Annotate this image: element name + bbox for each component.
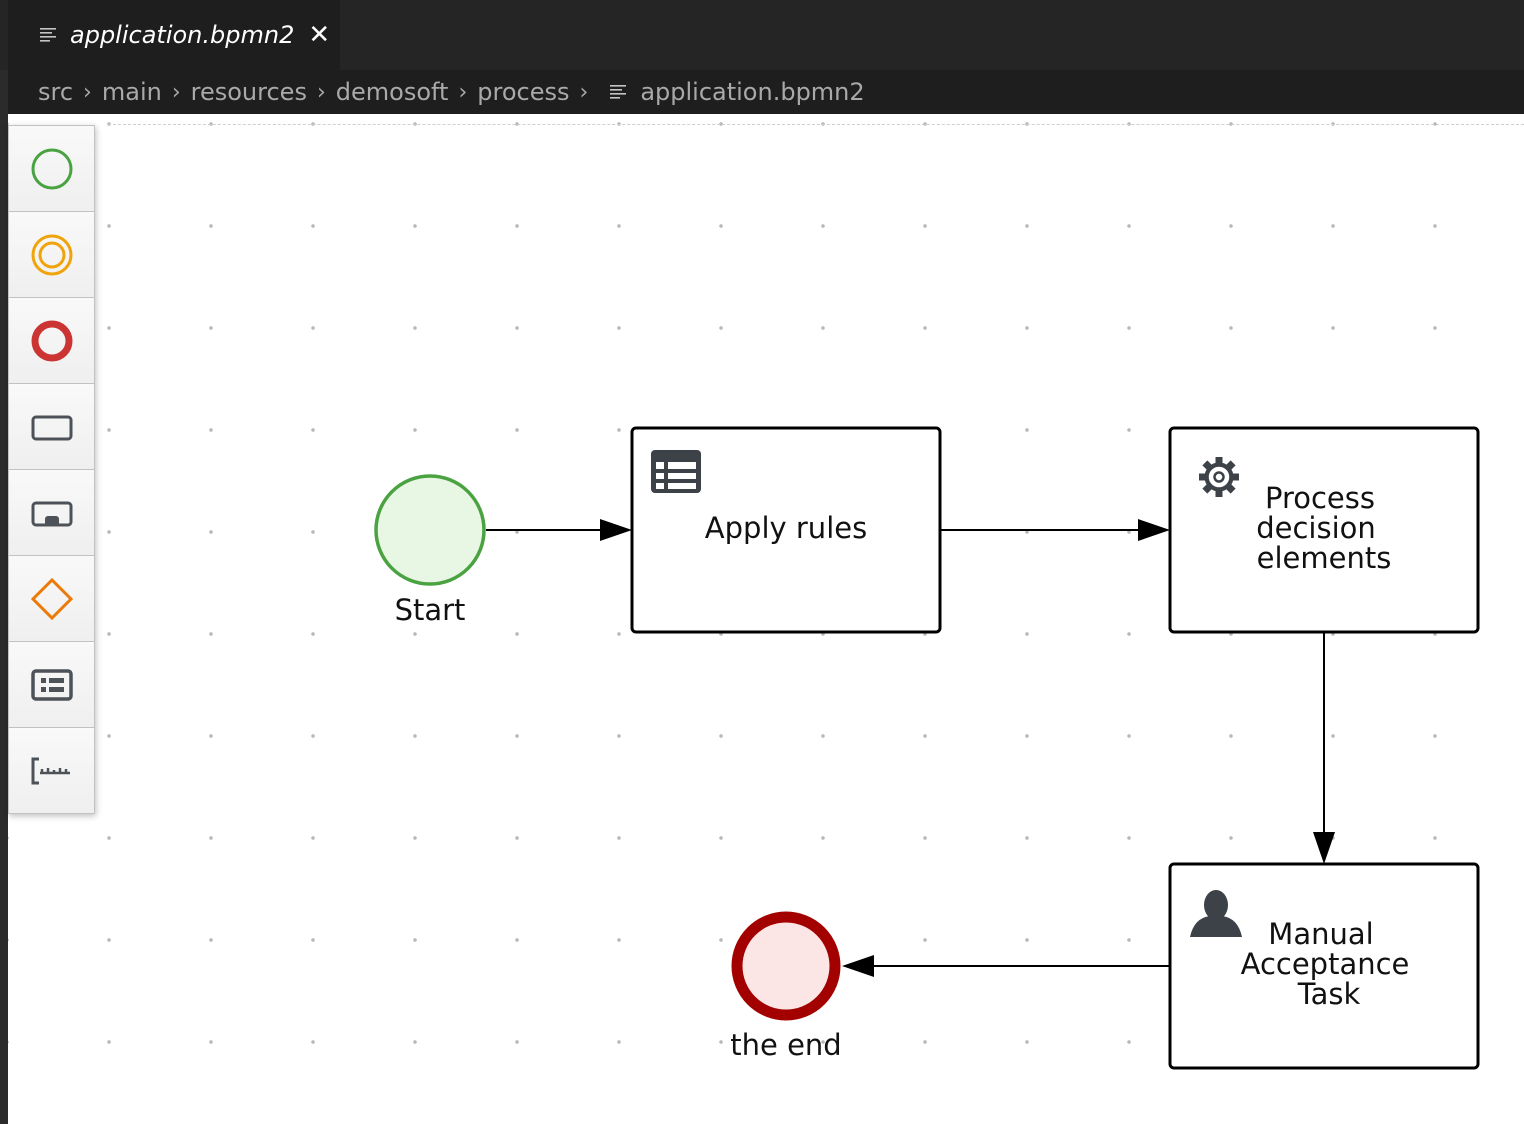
task-label-line-3: Task [1297, 977, 1361, 1011]
sequence-flow-apply-process[interactable] [941, 519, 1170, 541]
task-label: Apply rules [705, 511, 867, 545]
start-event-label: Start [395, 593, 466, 627]
task-label-line-2: decision [1256, 511, 1376, 545]
task-label-line-1: Process [1265, 481, 1375, 515]
task-manual-acceptance[interactable]: Manual Acceptance Task [1168, 862, 1480, 1070]
sequence-flow-process-manual[interactable] [1313, 632, 1335, 864]
task-apply-rules[interactable]: Apply rules [630, 426, 942, 634]
end-event-label: the end [730, 1028, 841, 1062]
bpmn-diagram: Start Apply rules Process decision eleme… [374, 426, 1480, 1070]
table-icon [651, 450, 701, 493]
sequence-flow-manual-end[interactable] [842, 955, 1170, 977]
task-label-line-3: elements [1257, 541, 1392, 575]
sequence-flow-start-apply[interactable] [486, 519, 632, 541]
start-event[interactable]: Start [374, 474, 486, 627]
task-label-line-2: Acceptance [1241, 947, 1410, 981]
end-event[interactable]: the end [730, 911, 842, 1062]
task-label-line-1: Manual [1268, 917, 1373, 951]
gear-icon [1199, 457, 1239, 497]
task-process-decision-elements[interactable]: Process decision elements [1168, 426, 1480, 634]
